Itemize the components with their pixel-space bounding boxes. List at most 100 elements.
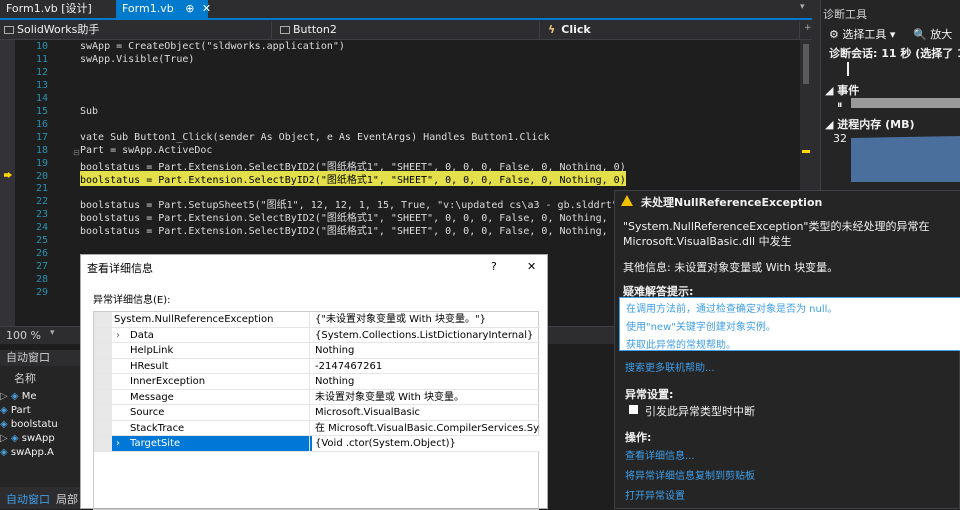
code-line[interactable]: boolstatus = Part.Extension.SelectByID2(… xyxy=(80,170,626,186)
pause-icon[interactable]: ⏸ xyxy=(837,98,843,112)
detail-row[interactable]: Message 未设置对象变量或 With 块变量。 xyxy=(94,389,540,405)
break-checkbox[interactable] xyxy=(629,405,638,414)
method-label: Click xyxy=(561,23,591,36)
expander-icon[interactable]: › xyxy=(116,328,120,343)
detail-name: Message xyxy=(130,391,174,403)
break-checkbox-label: 引发此异常类型时中断 xyxy=(645,405,755,418)
tab-form-design[interactable]: Form1.vb [设计] xyxy=(0,0,98,18)
collapse-icon[interactable]: ⊟ xyxy=(73,148,80,157)
detail-name-cell: › Data xyxy=(112,327,310,343)
row-margin xyxy=(94,389,112,404)
tab-overflow-icon[interactable]: ▾ xyxy=(800,2,805,12)
locals-row[interactable]: ▷ ◈ Me xyxy=(0,390,80,404)
events-section[interactable]: ◢ 事件 xyxy=(825,82,859,98)
detail-row[interactable]: HResult -2147467261 xyxy=(94,358,540,374)
object-dropdown[interactable]: Button2 xyxy=(276,21,540,39)
copy-details-link[interactable]: 将异常详细信息复制到剪贴板 xyxy=(625,467,755,482)
detail-row[interactable]: › Data {System.Collections.ListDictionaryI… xyxy=(94,327,540,343)
split-icon[interactable]: + xyxy=(804,23,812,33)
exception-other-info: 其他信息: 未设置对象变量或 With 块变量。 xyxy=(623,261,839,274)
pin-icon[interactable]: ⊕ xyxy=(185,2,194,15)
diagnostic-tools-panel: 诊断工具 ⚙ 选择工具 ▾ 🔍 放大 诊断会话: 11 秒 (选择了 11.9 … xyxy=(820,0,960,190)
detail-value: Nothing xyxy=(315,345,355,356)
row-margin xyxy=(94,420,112,435)
tab-label: Form1.vb [设计] xyxy=(6,2,92,15)
locals-row[interactable]: ◈ Part xyxy=(0,404,80,418)
tab-label: Form1.vb xyxy=(122,2,174,15)
expander-icon[interactable]: › xyxy=(116,436,120,451)
zoom-dropdown-icon[interactable]: ▾ xyxy=(50,328,55,338)
detail-row[interactable]: › TargetSite {Void .ctor(System.Object)} xyxy=(94,436,540,452)
details-label: 异常详细信息(E): xyxy=(93,295,171,306)
detail-name-cell: Message xyxy=(112,389,310,404)
variable-icon: ◈ xyxy=(0,405,11,416)
expander-icon[interactable]: ▷ xyxy=(0,433,11,444)
project-dropdown[interactable]: SolidWorks助手 xyxy=(0,21,272,39)
line-number: 12 xyxy=(35,66,48,78)
zoom-in-button[interactable]: 🔍 放大 xyxy=(913,26,952,42)
exception-message-line2: Microsoft.VisualBasic.dll 中发生 xyxy=(623,235,792,248)
tab-autos[interactable]: 自动窗口 xyxy=(6,491,50,507)
object-label: Button2 xyxy=(293,23,337,36)
tab-form-code[interactable]: Form1.vb ⊕ ✕ xyxy=(116,0,211,18)
detail-name: HelpLink xyxy=(130,345,174,356)
code-line[interactable]: swApp.Visible(True) xyxy=(80,54,194,65)
row-margin xyxy=(94,358,112,373)
line-number: 20 xyxy=(35,170,48,182)
code-line[interactable]: boolstatus = Part.Extension.SelectByID2(… xyxy=(80,222,626,237)
detail-row[interactable]: ▾System.NullReferenceException {"未设置对象变量或… xyxy=(94,312,540,328)
code-line[interactable]: vate Sub Button1_Click(sender As Object,… xyxy=(80,132,550,143)
method-dropdown[interactable]: ϟ Click xyxy=(544,21,800,39)
line-number: 29 xyxy=(35,287,48,299)
detail-row[interactable]: HelpLink Nothing xyxy=(94,343,540,359)
zoom-level[interactable]: 100 % xyxy=(6,329,41,342)
line-number: 14 xyxy=(35,92,48,104)
locals-row[interactable]: ◈ boolstatu xyxy=(0,418,80,432)
tip-link-1[interactable]: 在调用方法前，通过检查确定对象是否为 null。 xyxy=(626,300,837,315)
locals-row[interactable]: ▷ ◈ swApp xyxy=(0,432,80,446)
line-number: 25 xyxy=(35,235,48,247)
line-number: 23 xyxy=(35,209,48,221)
variable-name: boolstatu xyxy=(10,419,58,430)
scrollbar-thumb[interactable] xyxy=(803,44,809,84)
row-margin xyxy=(94,343,112,358)
detail-value: {"未设置对象变量或 With 块变量。"} xyxy=(315,314,486,325)
close-icon[interactable]: ✕ xyxy=(202,2,211,15)
variable-name: Me xyxy=(21,391,37,402)
tip-link-2[interactable]: 使用"new"关键字创建对象实例。 xyxy=(626,318,776,333)
expander-icon[interactable]: ▷ xyxy=(0,391,11,402)
variable-name: Part xyxy=(10,405,31,416)
splitter[interactable] xyxy=(812,0,820,190)
help-button[interactable]: ? xyxy=(491,260,497,273)
code-line[interactable]: Sub xyxy=(80,106,98,117)
memory-section[interactable]: ◢ 进程内存 (MB) xyxy=(825,116,915,132)
line-number: 13 xyxy=(35,79,48,91)
detail-row[interactable]: Source Microsoft.VisualBasic xyxy=(94,405,540,421)
autos-window: 名称 ▷ ◈ Me ◈ Part ◈ boolstatu ▷ ◈ swApp ◈ … xyxy=(0,366,80,487)
detail-name: Source xyxy=(130,407,165,418)
exception-settings-title: 异常设置: xyxy=(625,388,674,401)
select-tool-button[interactable]: ⚙ 选择工具 ▾ xyxy=(829,26,895,42)
line-number: 22 xyxy=(35,196,48,208)
detail-name-cell: HResult xyxy=(112,358,310,373)
tab-locals[interactable]: 局部 xyxy=(56,491,78,507)
code-line[interactable]: Part = swApp.ActiveDoc xyxy=(80,145,212,156)
locals-row[interactable]: ◈ swApp.A xyxy=(0,446,80,460)
memory-value: 32 xyxy=(833,132,847,145)
detail-row[interactable]: StackTrace 在 Microsoft.VisualBasic.Compi… xyxy=(94,420,540,436)
detail-name-cell: InnerException xyxy=(112,374,310,389)
tip-link-3[interactable]: 获取此异常的常规帮助。 xyxy=(626,336,736,351)
detail-name: HResult xyxy=(130,360,169,372)
open-exception-settings-link[interactable]: 打开异常设置 xyxy=(625,487,685,502)
detail-value: 在 Microsoft.VisualBasic.CompilerServices… xyxy=(315,422,540,434)
search-more-link[interactable]: 搜索更多联机帮助... xyxy=(625,359,715,374)
code-line[interactable]: swApp = CreateObject("sldworks.applicati… xyxy=(80,41,345,52)
view-details-link[interactable]: 查看详细信息... xyxy=(625,447,695,462)
events-bar xyxy=(851,98,960,108)
row-margin xyxy=(94,327,112,342)
variable-icon: ◈ xyxy=(0,419,11,430)
detail-row[interactable]: InnerException Nothing xyxy=(94,374,540,390)
detail-name: System.NullReferenceException xyxy=(114,314,274,325)
editor-gutter[interactable] xyxy=(0,40,15,326)
close-button[interactable]: ✕ xyxy=(527,260,536,273)
